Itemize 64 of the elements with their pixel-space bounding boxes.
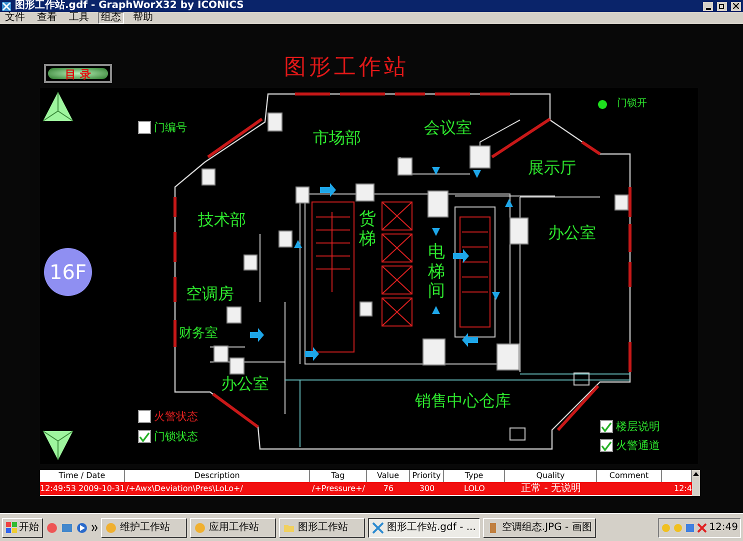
room-label: 财务室 xyxy=(179,327,218,340)
app-icon xyxy=(372,522,384,534)
room-label: 空调房 xyxy=(186,286,234,302)
room-label: 技术部 xyxy=(198,212,246,228)
tray-icon[interactable] xyxy=(697,522,708,532)
room-label: 会议室 xyxy=(424,120,472,136)
table-cell-text: 正常 - 无说明 xyxy=(520,482,582,495)
windows-logo-icon xyxy=(6,522,17,533)
maximize-button[interactable] xyxy=(717,2,727,10)
table-cell-text: /+Awx\Deviation\Pres\LoLo+/ xyxy=(125,483,244,495)
room-label: 销售中心仓库 xyxy=(415,393,511,409)
menu-item[interactable]: 帮助 xyxy=(130,12,156,24)
app-icon xyxy=(194,522,206,534)
table-cell-text: 76 xyxy=(382,483,395,495)
quick-launch-icon[interactable] xyxy=(46,522,58,534)
quick-launch-icon[interactable] xyxy=(61,522,73,534)
menu-item[interactable]: 工具 xyxy=(66,12,92,24)
taskbar-button[interactable]: 图形工作站.gdf - ... xyxy=(368,518,480,538)
legend-label: 火警状态 xyxy=(154,411,198,422)
table-cell-text: /+Pressure+/ xyxy=(311,483,366,495)
menu-item[interactable]: 文件 xyxy=(2,12,28,24)
checkbox[interactable] xyxy=(600,420,613,433)
taskbar-button[interactable]: 应用工作站 xyxy=(190,518,276,538)
app-icon xyxy=(2,2,11,10)
menu-item[interactable]: 查看 xyxy=(34,12,60,24)
restore-icon xyxy=(719,3,725,9)
checkbox[interactable] xyxy=(600,439,613,452)
down-triangle-icon[interactable] xyxy=(42,430,74,461)
start-button[interactable]: 开始 xyxy=(2,518,43,538)
close-button[interactable] xyxy=(731,2,741,10)
table-cell-text: 12:49:53 2009-10-31 xyxy=(40,483,125,495)
legend-label: 楼层说明 xyxy=(616,421,660,432)
legend-label: 门锁状态 xyxy=(154,431,198,442)
table-cell-text: LOLO xyxy=(463,483,486,495)
taskbar-button[interactable]: 空调组态.JPG - 画图 xyxy=(482,518,596,538)
room-label: 办公室 xyxy=(548,225,596,241)
lamp-label: 门锁开 xyxy=(617,99,647,109)
taskbar-button[interactable]: 维护工作站 xyxy=(101,518,187,538)
checkbox[interactable] xyxy=(138,121,151,134)
room-label: 货梯 xyxy=(359,210,376,250)
room-label: 市场部 xyxy=(313,130,361,146)
room-label: 电梯间 xyxy=(428,243,445,302)
legend-label: 火警通道 xyxy=(616,440,660,451)
scrollbar[interactable] xyxy=(692,470,700,496)
table-cell-text: 300 xyxy=(418,483,436,495)
scroll-up-icon[interactable] xyxy=(692,470,700,478)
tray-icon[interactable] xyxy=(685,522,696,532)
close-icon xyxy=(733,3,739,9)
app-icon xyxy=(105,522,117,534)
room-label: 办公室 xyxy=(221,376,269,392)
alarm-row[interactable]: 12:49:53 2009-10-31/+Awx\Deviation\Pres\LoLo+/ /+Pressure+/ 76 300 LOLO 正常 - 无说明 12:4 xyxy=(40,482,692,495)
room-label: 展示厅 xyxy=(528,160,576,176)
page-title: 图形工作站 xyxy=(284,57,409,79)
table-cell-text: 12:4 xyxy=(673,483,692,495)
checkbox[interactable] xyxy=(138,410,151,423)
quick-launch-icon[interactable] xyxy=(76,522,88,534)
legend-label: 门编号 xyxy=(154,122,187,133)
up-triangle-icon[interactable] xyxy=(42,91,74,122)
checkbox[interactable] xyxy=(138,430,151,443)
clock: 12:49 xyxy=(709,522,738,532)
minimize-icon xyxy=(706,8,710,10)
taskbar-button[interactable]: 图形工作站 xyxy=(279,518,365,538)
chevron-icon[interactable] xyxy=(91,524,98,532)
minimize-button[interactable] xyxy=(703,2,713,10)
